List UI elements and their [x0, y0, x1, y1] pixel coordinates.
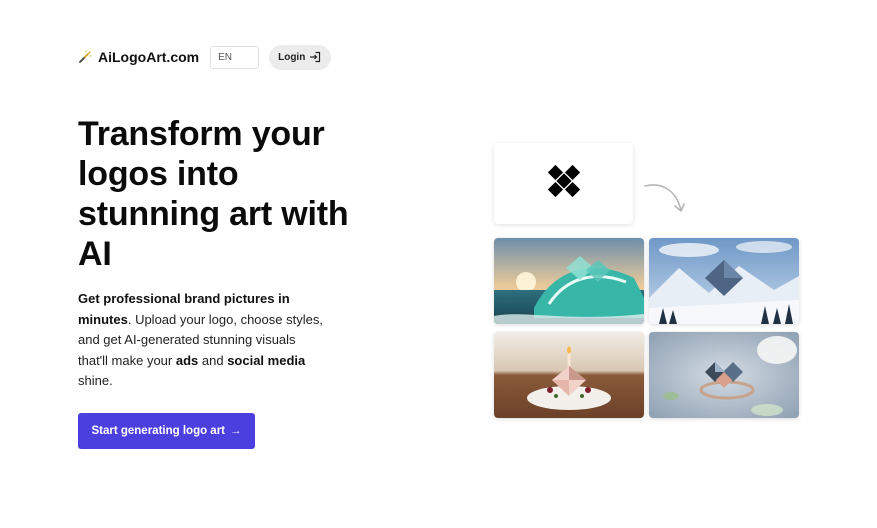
start-generating-button[interactable]: Start generating logo art → [78, 413, 255, 449]
login-button[interactable]: Login [269, 44, 332, 70]
brand[interactable]: AiLogoArt.com [78, 49, 199, 65]
cta-label: Start generating logo art [91, 425, 226, 437]
arrow-right-icon: → [230, 425, 242, 437]
cake-logo-art [494, 332, 644, 418]
description-bold-2: ads [175, 352, 199, 368]
language-select[interactable]: EN [210, 45, 260, 69]
description-text-3: shine. [78, 373, 113, 388]
diamond-logo-icon [545, 162, 583, 205]
description-bold-3: social media [227, 352, 306, 368]
ocean-wave-logo-art [494, 238, 644, 324]
uploaded-logo-card [494, 143, 633, 224]
brand-name: AiLogoArt.com [98, 49, 200, 65]
login-label: Login [278, 51, 306, 63]
hero-title: Transform your logos into stunning art w… [78, 115, 349, 273]
magic-wand-icon [78, 50, 92, 64]
jewel-ring-logo-art [649, 332, 799, 418]
hero-description: Get professional brand pictures in minut… [78, 289, 328, 392]
login-arrow-icon [309, 51, 321, 63]
snowy-mountain-logo-art [649, 238, 799, 324]
description-text-2: and [198, 352, 228, 368]
curved-arrow-icon [642, 180, 686, 216]
top-nav: AiLogoArt.com EN Login [78, 44, 332, 70]
